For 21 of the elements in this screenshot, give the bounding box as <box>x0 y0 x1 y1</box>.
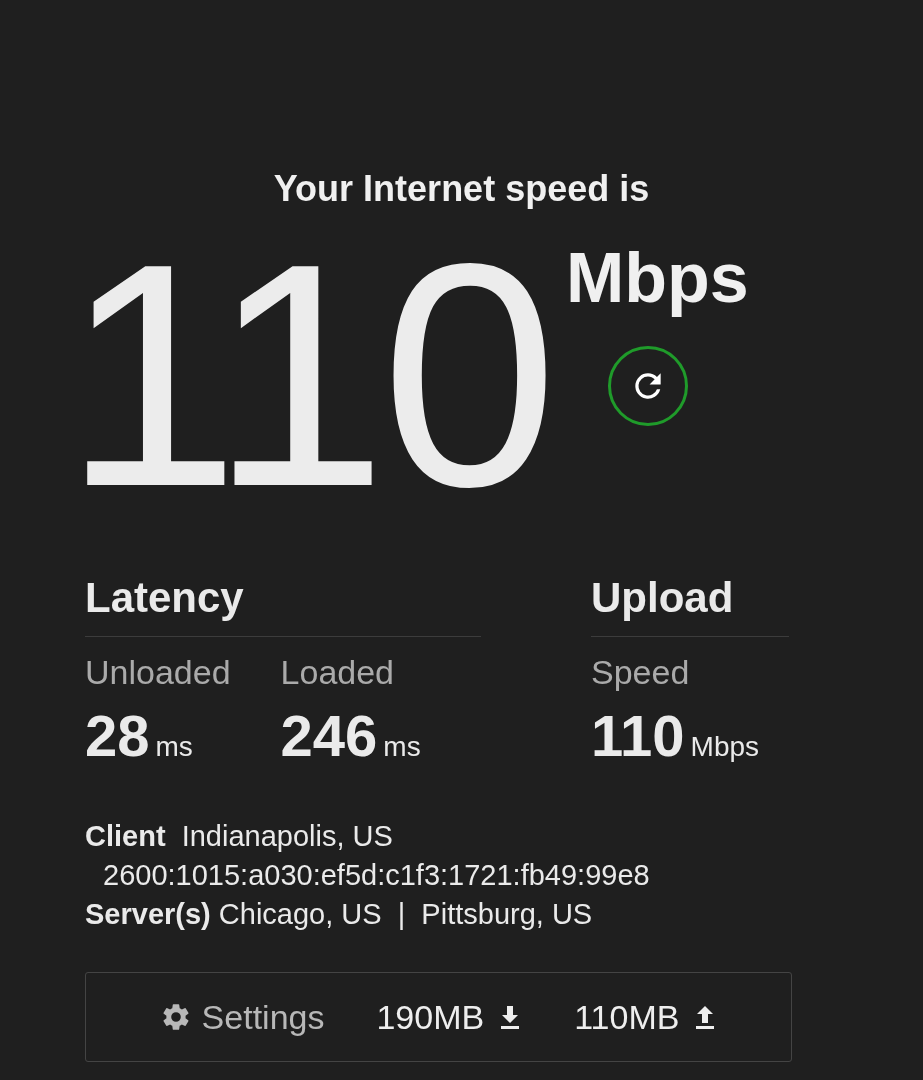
upload-total: 110MB <box>574 997 680 1037</box>
metric-label: Loaded <box>280 653 396 692</box>
metric-unit: ms <box>155 731 193 763</box>
headline: Your Internet speed is <box>272 168 651 210</box>
metric-unit: Mbps <box>690 731 760 763</box>
metric-value: 110 <box>591 702 685 769</box>
metric-value: 28 <box>85 702 150 769</box>
speed-unit: Mbps <box>565 238 749 318</box>
metric-label: Speed <box>591 653 691 692</box>
metric-unit: ms <box>383 731 421 763</box>
settings-button[interactable]: Settings <box>159 997 325 1037</box>
info-line: Client Indianapolis, US <box>85 819 394 854</box>
speed-value: 110 <box>63 216 552 534</box>
metric-value: 246 <box>280 702 378 769</box>
info-line: 2600:1015:a030:ef5d:c1f3:1721:fb49:99e8 <box>102 858 651 893</box>
section-title: Upload <box>591 574 789 637</box>
info-line: Server(s) Chicago, US | Pittsburg, US <box>85 897 594 932</box>
download-total: 190MB <box>376 997 485 1037</box>
section-title: Latency <box>85 574 481 637</box>
refresh-button[interactable] <box>608 346 689 426</box>
metric-label: Unloaded <box>85 653 231 692</box>
